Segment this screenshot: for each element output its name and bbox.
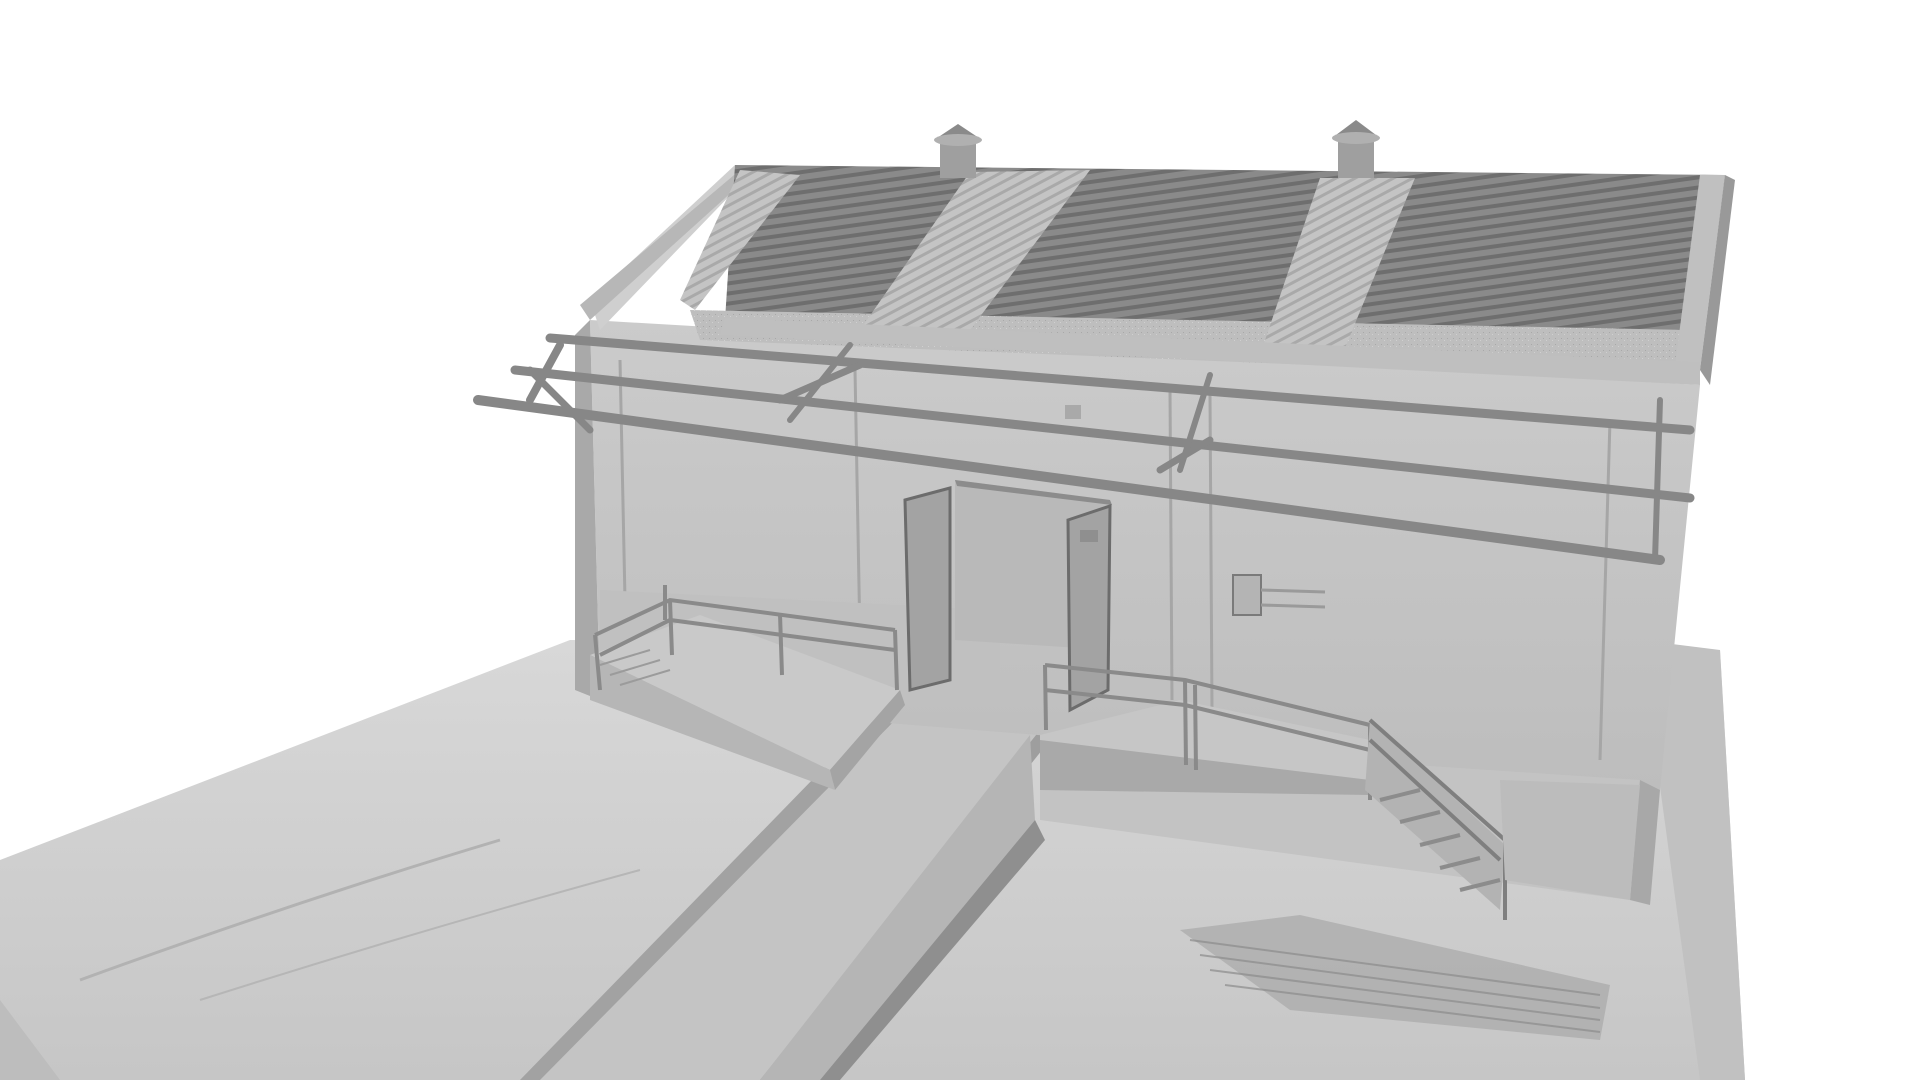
right-deck-wall: [1500, 780, 1640, 900]
roof-vent-left: [934, 124, 982, 178]
scene-viewport: [0, 0, 1920, 1080]
building-3d-render: [0, 120, 1745, 1080]
roof-vent-right: [1332, 120, 1380, 178]
